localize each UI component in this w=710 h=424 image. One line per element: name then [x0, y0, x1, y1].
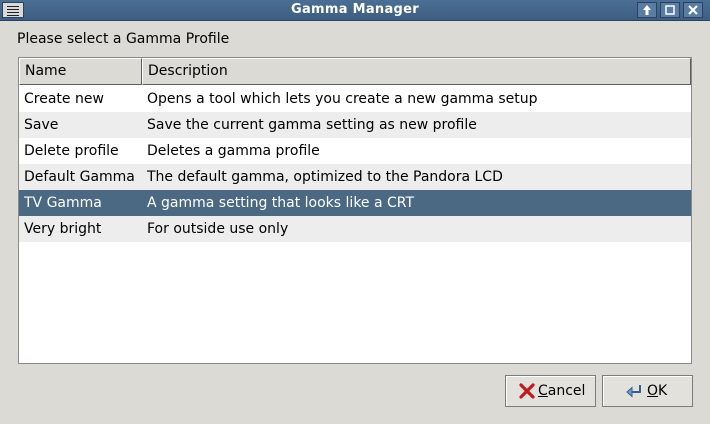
- row-description: A gamma setting that looks like a CRT: [147, 195, 415, 211]
- prompt-label: Please select a Gamma Profile: [17, 31, 230, 47]
- window-title: Gamma Manager: [290, 2, 419, 17]
- table-row[interactable]: Delete profile Deletes a gamma profile: [19, 138, 691, 164]
- row-name: Delete profile: [24, 143, 119, 159]
- cancel-label: Cancel: [538, 383, 586, 399]
- column-header-description[interactable]: Description: [142, 58, 691, 85]
- row-description: Deletes a gamma profile: [147, 143, 320, 159]
- row-name: TV Gamma: [24, 195, 102, 211]
- list-rows: Create new Opens a tool which lets you cr…: [19, 86, 691, 242]
- cancel-x-icon: [519, 383, 535, 399]
- close-icon[interactable]: [683, 2, 703, 18]
- cancel-button[interactable]: Cancel: [505, 375, 596, 407]
- table-row[interactable]: Create new Opens a tool which lets you cr…: [19, 86, 691, 112]
- gamma-profile-list[interactable]: Name Description Create new Opens a tool …: [18, 57, 692, 364]
- table-row[interactable]: Save Save the current gamma setting as ne…: [19, 112, 691, 138]
- column-header-name[interactable]: Name: [19, 58, 142, 85]
- table-row[interactable]: TV Gamma A gamma setting that looks like …: [19, 190, 691, 216]
- restore-icon[interactable]: [660, 2, 680, 18]
- row-name: Default Gamma: [24, 169, 135, 185]
- ok-button[interactable]: OK: [602, 375, 693, 407]
- ok-arrow-icon: [626, 385, 641, 398]
- table-row[interactable]: Very bright For outside use only: [19, 216, 691, 242]
- row-description: Save the current gamma setting as new pr…: [147, 117, 477, 133]
- table-row[interactable]: Default Gamma The default gamma, optimize…: [19, 164, 691, 190]
- ok-label: OK: [647, 383, 668, 399]
- gamma-manager-window: Gamma Manager Please select a Gamma Prof…: [0, 0, 710, 424]
- row-description: The default gamma, optimized to the Pand…: [147, 169, 503, 185]
- maximize-icon[interactable]: [637, 2, 657, 18]
- list-header: Name Description: [19, 58, 691, 85]
- row-description: Opens a tool which lets you create a new…: [147, 91, 538, 107]
- row-name: Create new: [24, 91, 104, 107]
- row-name: Save: [24, 117, 59, 133]
- row-name: Very bright: [24, 221, 102, 237]
- row-description: For outside use only: [147, 221, 289, 237]
- title-bar[interactable]: Gamma Manager: [0, 0, 710, 21]
